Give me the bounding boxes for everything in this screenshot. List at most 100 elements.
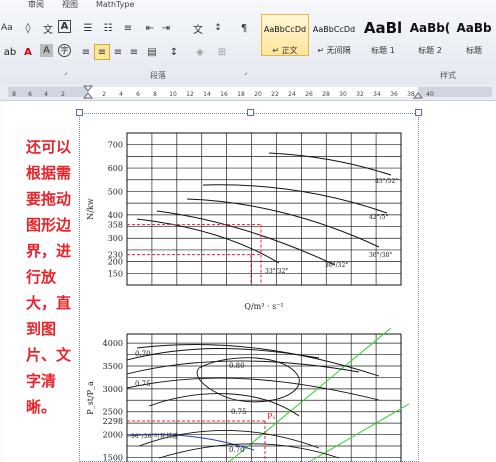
ruler-label: 36 [390, 91, 398, 98]
ruler-label: 24 [288, 91, 296, 98]
side-note-line: 片、文 [26, 346, 72, 364]
y-tick-label: 2000 [103, 431, 123, 440]
char-shading-icon[interactable]: A [40, 44, 53, 57]
style-sample: AaBb [456, 21, 492, 35]
chinese-layout-icon[interactable]: 文 [190, 20, 206, 36]
ruler-label: 32 [356, 91, 364, 98]
menu-tab-view[interactable]: 视图 [62, 0, 78, 11]
ruler-label: 28 [322, 91, 330, 98]
ruler-label: 20 [254, 91, 262, 98]
line-spacing-icon[interactable]: ↕ [166, 44, 182, 60]
plot-frame [126, 132, 402, 286]
y-tick-label: 4000 [103, 339, 123, 348]
fan-power-chart: 700600500400358300230200150N/kwQ/m³ · s⁻… [86, 132, 402, 311]
efficiency-label: 0.80 [229, 362, 245, 370]
side-note-line: 根据需 [26, 164, 72, 182]
ruler-label: 30 [339, 91, 347, 98]
y-tick-label: 2500 [103, 408, 123, 417]
ruler-label: 18 [237, 91, 245, 98]
justify-icon[interactable]: ≡ [126, 44, 142, 60]
style-normal[interactable]: AaBbCcDd ↵ 正文 [261, 14, 309, 56]
ruler-label: 12 [186, 91, 194, 98]
ruler-label: 22 [271, 91, 279, 98]
side-note-line: 大，直 [26, 294, 72, 312]
dialog-launcher-icon[interactable]: ⌟ [244, 68, 247, 76]
align-right-icon[interactable]: ≡ [110, 44, 126, 60]
borders-icon[interactable]: ⊞ [214, 44, 230, 60]
side-note-line: 字清 [26, 372, 57, 390]
menu-tab-review[interactable]: 审阅 [28, 0, 44, 11]
efficiency-label: 0.70 [229, 446, 245, 454]
performance-curve [202, 184, 388, 214]
ruler-label: 2 [61, 91, 65, 98]
curve-label: 33°/32° [265, 268, 288, 275]
curve-label: 36°/38° [369, 252, 392, 259]
side-note-line: 到图 [26, 320, 57, 338]
side-note-line: 还可以 [26, 138, 72, 156]
efficiency-label: 0.70 [135, 350, 151, 358]
y-axis-label: P_st/P_a [86, 381, 95, 415]
ruler-label: 40 [426, 91, 434, 98]
char-border-icon[interactable]: A [58, 20, 71, 33]
ruler-label: 16 [220, 91, 228, 98]
y-tick-label: 150 [108, 269, 123, 278]
marker-label: P₁ [267, 412, 276, 421]
y-tick-label: 500 [108, 187, 123, 196]
highlight-color-icon[interactable]: ab [2, 44, 18, 60]
decrease-indent-icon[interactable]: ⇤ [142, 20, 158, 36]
bullets-icon[interactable]: ☰ [80, 20, 96, 36]
increase-indent-icon[interactable]: ⇥ [158, 20, 174, 36]
show-marks-icon[interactable]: ¶ [236, 20, 252, 36]
phonetic-icon[interactable]: 文 [40, 20, 56, 36]
clear-format-icon[interactable]: ◊ [20, 20, 36, 36]
menu-tab-mathtype[interactable]: MathType [96, 0, 134, 11]
numbering-icon[interactable]: ☷ [100, 20, 116, 36]
ruler-label: 38 [407, 91, 415, 98]
style-sample: AaBl [363, 19, 403, 37]
style-name: 标题 1 [371, 46, 395, 55]
ruler-label: 10 [169, 91, 177, 98]
distributed-icon[interactable]: ▤ [144, 44, 160, 60]
multilevel-list-icon[interactable]: ≡ [120, 20, 136, 36]
fan-pressure-chart: 4000 3500 3000 25002298 2000 1500 P_st/P_a 0.70… [86, 328, 410, 462]
ruler-scale: 8 6 4 2 2 4 6 8 10 12 14 16 18 20 22 24 26 28 30 32 34 36 38 40 [8, 85, 492, 99]
styles-group-label: 样式 [440, 71, 456, 80]
y-tick-label: 3000 [103, 385, 123, 394]
horizontal-ruler[interactable]: 8 6 4 2 2 4 6 8 10 12 14 16 18 20 22 24 26 28 30 32 34 36 38 40 [0, 84, 496, 101]
style-no-spacing[interactable]: AaBbCcDd ↵ 无间隔 [310, 14, 358, 56]
y-tick-label: 358 [108, 221, 123, 230]
style-name: 标题 [466, 46, 482, 55]
ruler-label: 26 [305, 91, 313, 98]
y-tick-label: 700 [108, 141, 123, 150]
y-tick-label: 200 [108, 258, 123, 267]
sort-icon[interactable]: ↕ [210, 20, 226, 36]
style-heading-1[interactable]: AaBl 标题 1 [359, 14, 407, 56]
efficiency-label: 0.75 [231, 408, 247, 416]
align-center-icon[interactable]: ≡ [94, 44, 110, 60]
document-page: 还可以 根据需 要拖动 图形边 界，进 行放 大，直 到图 片、文 字清 晰。 700 600 500 4… [6, 101, 496, 462]
side-note-line: 行放 [26, 268, 57, 286]
style-name: ↵ 无间隔 [317, 46, 351, 55]
ribbon: 审阅 视图 MathType Aa ◊ 文 A ab A A 字 ☰ ☷ ≡ ⇤… [0, 0, 496, 85]
style-name: ↵ 正文 [272, 46, 298, 55]
shading-icon[interactable]: ◈ [192, 44, 208, 60]
ruler-label: 6 [136, 91, 140, 98]
font-color-icon[interactable]: A [20, 44, 36, 60]
y-tick-label: 600 [108, 164, 123, 173]
y-axis-label: N/kw [86, 198, 95, 220]
side-note-line: 图形边 [26, 216, 72, 234]
align-left-icon[interactable]: ≡ [78, 44, 94, 60]
x-axis-label: Q/m³ · s⁻¹ [244, 302, 283, 311]
curve-label: 42°/5° [369, 214, 388, 221]
y-tick-label: 2298 [103, 417, 123, 426]
dialog-launcher-icon[interactable]: ⌟ [64, 68, 67, 76]
style-name: 标题 2 [418, 46, 442, 55]
enclose-char-icon[interactable]: 字 [58, 44, 71, 57]
style-sample: AaBb( [409, 21, 451, 35]
ruler-label: 6 [28, 91, 32, 98]
style-title[interactable]: AaBb 标题 [454, 14, 494, 56]
ruler-label: 8 [153, 91, 157, 98]
performance-curve [136, 218, 280, 264]
font-size-label[interactable]: Aa [1, 20, 13, 36]
style-heading-2[interactable]: AaBb( 标题 2 [408, 14, 452, 56]
